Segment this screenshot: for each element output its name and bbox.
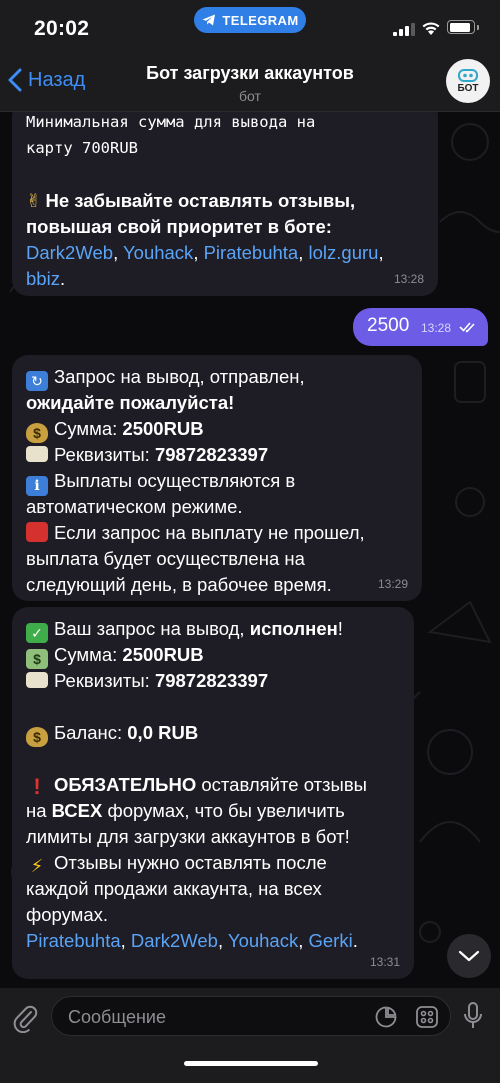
money-with-wings-icon: $: [26, 649, 48, 669]
message-input-bar: Сообщение: [0, 988, 500, 1083]
forum-link[interactable]: Piratebuhta: [26, 930, 121, 951]
home-indicator: [184, 1061, 318, 1066]
forum-link[interactable]: Youhack: [228, 930, 298, 951]
bot-avatar[interactable]: БОТ: [446, 59, 490, 103]
message-line: Выплаты осуществляются в: [54, 470, 296, 491]
message-line: ожидайте пожалуйста!: [26, 392, 235, 413]
incoming-message[interactable]: ✓ Ваш запрос на вывод, исполнен! $ Сумма: …: [12, 607, 414, 979]
message-time: 13:29: [377, 577, 408, 591]
money-bag-icon: $: [26, 423, 48, 443]
message-input-placeholder: Сообщение: [68, 1007, 166, 1027]
battery-icon: [447, 20, 475, 34]
message-line: карту 700RUB: [26, 139, 138, 157]
message-input[interactable]: Сообщение: [51, 996, 451, 1036]
paperclip-icon[interactable]: [12, 1003, 38, 1033]
message-time: 13:31: [369, 955, 400, 969]
avatar-label: БОТ: [457, 83, 479, 94]
lightning-icon: ⚡: [30, 856, 44, 876]
arrows-clockwise-icon: ↻: [26, 371, 48, 391]
status-time: 20:02: [34, 17, 90, 40]
telegram-icon: [202, 14, 216, 26]
credit-card-icon: [26, 672, 48, 688]
check-mark-icon: ✓: [26, 623, 48, 643]
forum-link[interactable]: lolz.guru: [309, 242, 379, 263]
exclamation-icon: !: [33, 774, 41, 799]
message-line: Если запрос на выплату не прошел,: [54, 522, 365, 543]
forum-link[interactable]: Dark2Web: [26, 242, 113, 263]
message-line: Отзывы нужно оставлять после: [54, 852, 327, 873]
message-line: форумах.: [26, 904, 109, 925]
message-text: 2500: [367, 315, 410, 336]
microphone-icon[interactable]: [462, 1001, 484, 1031]
message-line: Не забывайте оставлять отзывы,: [45, 190, 356, 211]
telegram-pill-label: TELEGRAM: [222, 12, 299, 28]
robot-icon: [458, 69, 478, 82]
info-icon: i: [26, 476, 48, 496]
forum-link[interactable]: Youhack: [123, 242, 193, 263]
message-line: лимиты для загрузки аккаунтов в бот!: [26, 826, 350, 847]
victory-hand-icon: ✌: [26, 190, 42, 211]
chat-title[interactable]: Бот загрузки аккаунтов: [0, 63, 500, 84]
message-line: каждой продажи аккаунта, на всех: [26, 878, 322, 899]
message-line: Минимальная сумма для вывода на: [26, 113, 316, 131]
double-check-icon: [459, 322, 475, 333]
bot-commands-icon[interactable]: [416, 1006, 438, 1028]
message-time: 13:28: [421, 321, 452, 335]
outgoing-message[interactable]: 2500 13:28: [353, 308, 488, 346]
chat-subtitle: бот: [239, 88, 261, 104]
scroll-down-button[interactable]: [447, 934, 491, 978]
message-time: 13:28: [393, 272, 424, 286]
chat-area[interactable]: Минимальная сумма для вывода на карту 70…: [0, 112, 500, 988]
message-line: выплата будет осуществлена на: [26, 548, 305, 569]
forum-link[interactable]: Gerki: [309, 930, 353, 951]
cellular-signal-icon: [393, 23, 415, 36]
wifi-icon: [422, 22, 440, 35]
chevron-down-icon: [458, 950, 480, 962]
message-line: повышая свой приоритет в боте:: [26, 216, 332, 237]
forum-link[interactable]: bbiz: [26, 268, 60, 289]
message-line: автоматическом режиме.: [26, 496, 243, 517]
red-square-icon: [26, 522, 48, 542]
message-line: следующий день, в рабочее время.: [26, 574, 332, 595]
telegram-pill[interactable]: TELEGRAM: [194, 7, 306, 33]
sticker-icon[interactable]: [375, 1006, 397, 1028]
message-line: Запрос на вывод, отправлен,: [54, 366, 305, 387]
forum-link[interactable]: Piratebuhta: [204, 242, 299, 263]
incoming-message[interactable]: ↻ Запрос на вывод, отправлен, ожидайте по…: [12, 355, 422, 601]
incoming-message[interactable]: Минимальная сумма для вывода на карту 70…: [12, 112, 438, 296]
chat-header: Назад Бот загрузки аккаунтов бот БОТ: [0, 52, 500, 112]
forum-link[interactable]: Dark2Web: [131, 930, 218, 951]
status-bar: 20:02 TELEGRAM: [0, 0, 500, 52]
credit-card-icon: [26, 446, 48, 462]
money-bag-icon: $: [26, 727, 48, 747]
